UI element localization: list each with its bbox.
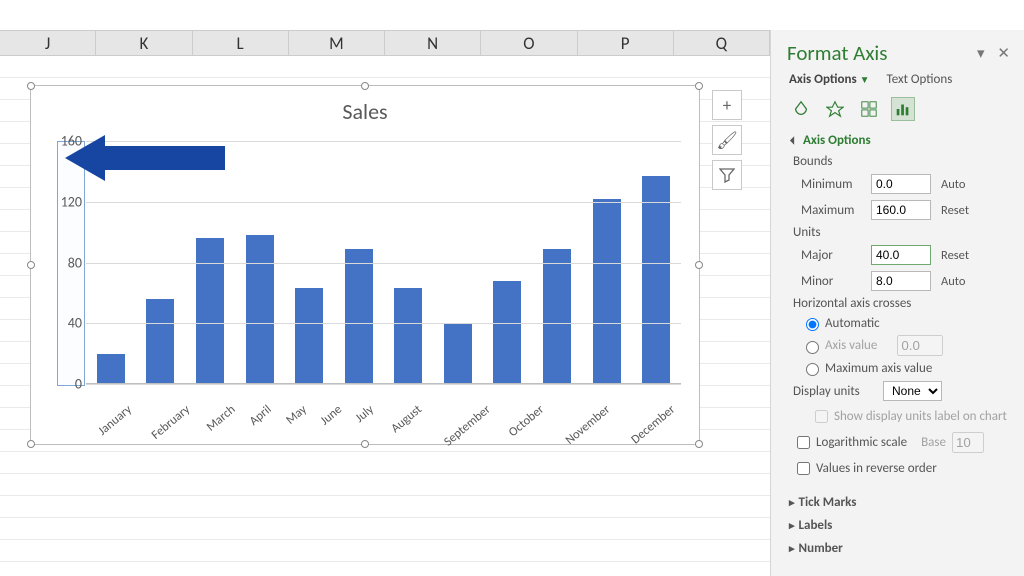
crosses-label: Horizontal axis crosses [771, 294, 1024, 313]
chart-elements-button[interactable]: + [712, 90, 742, 120]
resize-handle[interactable] [27, 82, 35, 90]
bar[interactable] [345, 249, 373, 384]
crosses-value-label: Axis value [825, 338, 877, 353]
bar[interactable] [295, 288, 323, 384]
gridline [86, 263, 681, 264]
x-axis-labels: JanuaryFebruaryMarchAprilMayJuneJulyAugu… [86, 388, 681, 438]
display-units-label: Display units [793, 384, 883, 399]
resize-handle[interactable] [27, 440, 35, 448]
col-header[interactable]: Q [674, 31, 770, 55]
spreadsheet-area: J K L M N O P Q Sales 04080120160 Januar… [0, 0, 770, 576]
col-header[interactable]: M [289, 31, 385, 55]
close-icon[interactable]: ✕ [997, 45, 1010, 63]
format-axis-pane: Format Axis ▾ ✕ Axis Options▼ Text Optio… [770, 30, 1024, 576]
show-units-label-text: Show display units label on chart [834, 409, 1007, 424]
plus-icon: + [723, 95, 731, 116]
max-reset-button[interactable]: Reset [941, 203, 969, 218]
minor-label: Minor [801, 274, 871, 289]
bar[interactable] [394, 288, 422, 384]
crosses-auto-label: Automatic [825, 316, 880, 331]
max-label: Maximum [801, 203, 871, 218]
tab-axis-options[interactable]: Axis Options▼ [789, 72, 870, 87]
bar[interactable] [444, 323, 472, 384]
brush-icon: 🖌 [716, 130, 738, 151]
resize-handle[interactable] [695, 82, 703, 90]
bar[interactable] [246, 235, 274, 384]
log-base-label: Base [921, 435, 946, 450]
crosses-value-radio[interactable] [806, 341, 819, 354]
bar[interactable] [493, 281, 521, 384]
min-auto-button[interactable]: Auto [941, 177, 965, 192]
section-number[interactable]: Number [771, 537, 1024, 560]
annotation-arrow-left [65, 135, 225, 181]
crosses-max-label: Maximum axis value [825, 361, 932, 376]
bar[interactable] [146, 299, 174, 384]
chart-title[interactable]: Sales [31, 98, 699, 125]
minor-input[interactable] [871, 271, 931, 291]
bar[interactable] [593, 199, 621, 384]
reverse-label: Values in reverse order [816, 461, 937, 476]
task-pane-options-icon[interactable]: ▾ [977, 45, 985, 63]
y-tick-label: 120 [61, 193, 82, 210]
fill-line-icon[interactable] [789, 97, 813, 121]
display-units-select[interactable]: None [883, 381, 942, 401]
section-axis-options[interactable]: Axis Options [771, 129, 1024, 152]
minor-auto-button[interactable]: Auto [941, 274, 965, 289]
y-tick-label: 40 [68, 315, 82, 332]
log-scale-checkbox[interactable] [797, 436, 810, 449]
bounds-label: Bounds [771, 152, 1024, 171]
resize-handle[interactable] [27, 261, 35, 269]
min-label: Minimum [801, 177, 871, 192]
major-reset-button[interactable]: Reset [941, 248, 969, 263]
crosses-max-radio[interactable] [806, 363, 819, 376]
y-tick-label: 0 [75, 376, 82, 393]
max-input[interactable] [871, 200, 931, 220]
resize-handle[interactable] [695, 440, 703, 448]
column-headers: J K L M N O P Q [0, 30, 770, 56]
units-label: Units [771, 223, 1024, 242]
gridline [86, 202, 681, 203]
effects-icon[interactable] [823, 97, 847, 121]
pane-title: Format Axis [787, 40, 887, 66]
reverse-checkbox[interactable] [797, 462, 810, 475]
chart-styles-button[interactable]: 🖌 [712, 125, 742, 155]
log-scale-label: Logarithmic scale [816, 435, 907, 450]
col-header[interactable]: P [578, 31, 674, 55]
crosses-auto-radio[interactable] [806, 318, 819, 331]
min-input[interactable] [871, 174, 931, 194]
axis-options-icon[interactable] [891, 97, 915, 121]
col-header[interactable]: N [385, 31, 481, 55]
resize-handle[interactable] [361, 440, 369, 448]
gridline [86, 323, 681, 324]
major-label: Major [801, 248, 871, 263]
size-properties-icon[interactable] [857, 97, 881, 121]
resize-handle[interactable] [695, 261, 703, 269]
filter-icon [719, 167, 735, 183]
log-base-input [952, 432, 984, 453]
col-header[interactable]: K [96, 31, 192, 55]
tab-text-options[interactable]: Text Options [887, 72, 953, 87]
bar[interactable] [97, 354, 125, 384]
bar[interactable] [543, 249, 571, 384]
show-units-label-checkbox [815, 410, 828, 423]
col-header[interactable]: O [481, 31, 577, 55]
bar[interactable] [196, 238, 224, 384]
major-input[interactable] [871, 245, 931, 265]
section-tick-marks[interactable]: Tick Marks [771, 491, 1024, 514]
chart-filter-button[interactable] [712, 160, 742, 190]
y-tick-label: 80 [68, 254, 82, 271]
bar[interactable] [642, 176, 670, 384]
section-labels[interactable]: Labels [771, 514, 1024, 537]
chevron-down-icon: ▼ [860, 73, 870, 86]
col-header[interactable]: L [193, 31, 289, 55]
resize-handle[interactable] [361, 82, 369, 90]
gridline [86, 384, 681, 385]
col-header[interactable]: J [0, 31, 96, 55]
crosses-value-input [897, 335, 943, 356]
